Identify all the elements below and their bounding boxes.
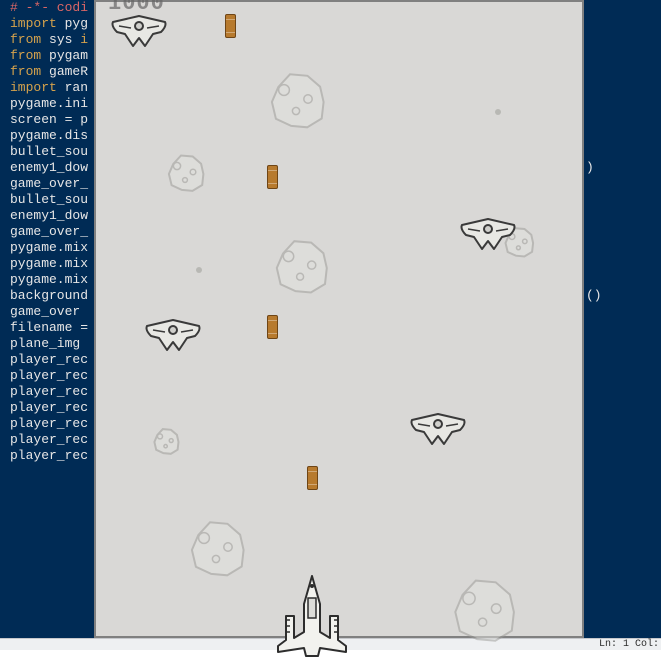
enemy-ship: [458, 215, 518, 253]
debris-dot: [196, 267, 202, 273]
asteroid: [269, 72, 329, 132]
cursor-position: Ln: 1 Col:: [599, 639, 659, 650]
asteroid: [452, 578, 520, 646]
enemy-ship: [408, 410, 468, 448]
bullet: [225, 14, 236, 38]
asteroid: [153, 428, 181, 456]
enemy-ship: [143, 316, 203, 354]
asteroid: [274, 239, 332, 297]
bullet: [267, 315, 278, 339]
bullet: [267, 165, 278, 189]
player-ship[interactable]: [272, 574, 352, 658]
score-display: 1000: [108, 0, 165, 12]
debris-dot: [495, 109, 501, 115]
asteroid: [167, 154, 207, 194]
bullet: [307, 466, 318, 490]
asteroid: [189, 520, 249, 580]
enemy-ship: [109, 12, 169, 50]
game-viewport[interactable]: 1000: [94, 0, 584, 638]
